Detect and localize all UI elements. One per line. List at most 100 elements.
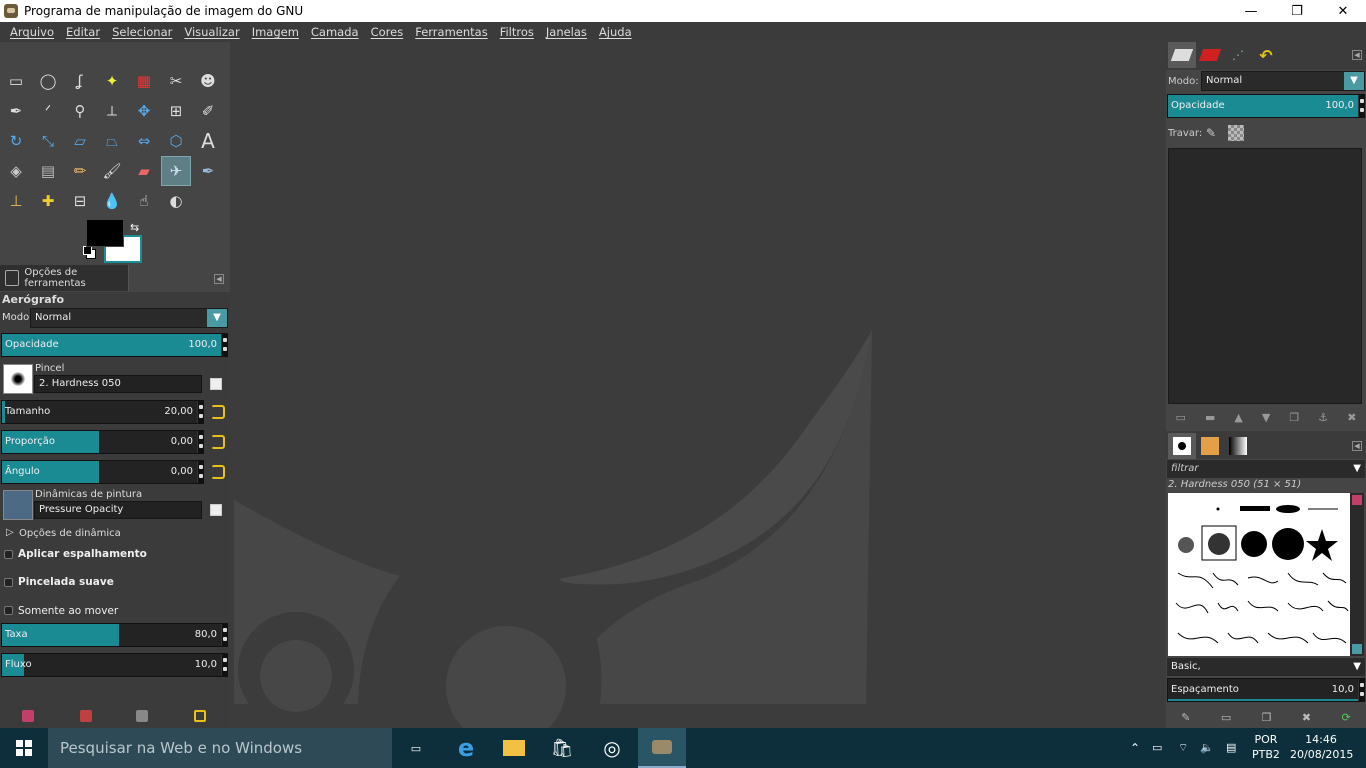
tab-undo[interactable]: ↶ (1252, 42, 1280, 68)
cage-tool[interactable]: ⬡ (161, 126, 191, 156)
color-select-tool[interactable]: ▦ (129, 66, 159, 96)
crop-tool[interactable]: ✐ (193, 96, 223, 126)
default-colors-icon[interactable] (83, 246, 96, 259)
edge-icon[interactable]: e (442, 728, 490, 768)
eraser-tool[interactable]: ▰ (129, 156, 159, 186)
edit-dynamics-icon[interactable] (210, 504, 222, 516)
brush-preview[interactable] (3, 364, 33, 394)
layers-list[interactable] (1168, 148, 1362, 404)
spacing-slider[interactable]: Espaçamento 10,0 (1167, 678, 1365, 702)
brush-scrollbar[interactable] (1350, 493, 1364, 656)
rate-slider[interactable]: Taxa 80,0 (1, 623, 228, 647)
zoom-tool[interactable]: ⚲ (65, 96, 95, 126)
show-hidden-icons[interactable]: ⌃ (1130, 728, 1140, 768)
chevron-down-icon[interactable]: ▼ (1344, 72, 1364, 90)
anchor-layer-icon[interactable]: ⚓ (1318, 411, 1328, 424)
layers-mode-select[interactable]: Normal ▼ (1201, 71, 1365, 91)
action-center-icon[interactable]: ▤ (1226, 728, 1236, 768)
language-indicator[interactable]: POR PTB2 (1252, 732, 1280, 768)
refresh-brushes-icon[interactable]: ⟳ (1342, 711, 1351, 724)
brush-grid[interactable] (1168, 493, 1350, 656)
swap-colors-icon[interactable]: ⇆ (130, 221, 139, 234)
dynamics-options-expander[interactable]: Opções de dinâmica (19, 528, 121, 539)
flow-spinner[interactable] (221, 654, 227, 676)
brushes-menu-icon[interactable]: ◀ (1352, 441, 1362, 451)
battery-icon[interactable]: ▭ (1152, 728, 1162, 768)
panel-menu-icon[interactable]: ◀ (214, 274, 224, 284)
groove-music-icon[interactable]: ◎ (588, 728, 636, 768)
paintbrush-tool[interactable]: 🖌 (97, 156, 127, 186)
wifi-icon[interactable]: ⌔ (1178, 728, 1188, 768)
dynamics-name-field[interactable]: Pressure Opacity (34, 501, 202, 519)
smudge-tool[interactable]: ☝ (129, 186, 159, 216)
delete-layer-icon[interactable]: ✖ (1347, 411, 1356, 424)
smooth-stroke-checkbox[interactable] (4, 578, 13, 587)
volume-icon[interactable]: 🔈 (1200, 728, 1214, 768)
ink-tool[interactable]: ✒ (193, 156, 223, 186)
rect-select-tool[interactable]: ▭ (1, 66, 31, 96)
task-view-icon[interactable]: ▭ (392, 728, 440, 768)
raise-layer-icon[interactable]: ▲ (1234, 411, 1242, 424)
ellipse-select-tool[interactable]: ◯ (33, 66, 63, 96)
menu-imagem[interactable]: Imagem (246, 25, 305, 39)
angle-spinner[interactable] (197, 461, 203, 483)
align-tool[interactable]: ⊞ (161, 96, 191, 126)
new-layer-group-icon[interactable]: ▬ (1205, 411, 1215, 424)
size-slider[interactable]: Tamanho 20,00 (1, 400, 204, 424)
menu-camada[interactable]: Camada (305, 25, 365, 39)
brush-scroll-down-icon[interactable] (1352, 644, 1362, 654)
tab-tool-options[interactable]: Opções de ferramentas (0, 265, 129, 291)
dynamics-preview[interactable] (3, 490, 33, 520)
menu-editar[interactable]: Editar (60, 25, 106, 39)
layers-opacity-spinner[interactable] (1358, 95, 1364, 117)
size-spinner[interactable] (197, 401, 203, 423)
reset-ratio-icon[interactable] (211, 435, 225, 449)
restore-options-icon[interactable] (80, 710, 92, 722)
bucket-fill-tool[interactable]: ◈ (1, 156, 31, 186)
lock-alpha-icon[interactable] (1228, 125, 1244, 141)
duplicate-brush-icon[interactable]: ❐ (1262, 711, 1272, 724)
tab-channels[interactable] (1196, 42, 1224, 68)
apply-jitter-checkbox[interactable] (4, 550, 13, 559)
ratio-spinner[interactable] (197, 431, 203, 453)
heal-tool[interactable]: ✚ (33, 186, 63, 216)
delete-brush-icon[interactable]: ✖ (1302, 711, 1311, 724)
layers-opacity-slider[interactable]: Opacidade 100,0 (1167, 94, 1365, 118)
chevron-down-icon[interactable]: ▼ (1353, 658, 1361, 676)
foreground-select-tool[interactable]: ☻ (193, 66, 223, 96)
menu-filtros[interactable]: Filtros (494, 25, 540, 39)
foreground-color[interactable] (86, 219, 124, 247)
blur-tool[interactable]: 💧 (97, 186, 127, 216)
tab-layers[interactable] (1168, 42, 1196, 68)
pencil-tool[interactable]: ✏ (65, 156, 95, 186)
taskbar-search[interactable]: Pesquisar na Web e no Windows (48, 728, 392, 768)
tab-patterns[interactable] (1196, 433, 1224, 459)
delete-options-icon[interactable] (136, 710, 148, 722)
tab-gradients[interactable] (1224, 433, 1252, 459)
shear-tool[interactable]: ▱ (65, 126, 95, 156)
brush-filter-field[interactable]: filtrar ▼ (1167, 460, 1365, 478)
chevron-down-icon[interactable]: ▼ (207, 309, 227, 327)
reset-options-icon[interactable] (194, 710, 206, 722)
new-brush-icon[interactable]: ▭ (1221, 711, 1231, 724)
lock-pixels-icon[interactable]: ✎ (1206, 126, 1216, 140)
opacity-slider[interactable]: Opacidade 100,0 (1, 333, 228, 357)
dock-menu-icon[interactable]: ◀ (1352, 50, 1362, 60)
duplicate-layer-icon[interactable]: ❐ (1289, 411, 1299, 424)
spacing-spinner[interactable] (1358, 679, 1364, 701)
brush-scroll-up-icon[interactable] (1352, 495, 1362, 505)
measure-tool[interactable]: ⟂ (97, 96, 127, 126)
perspective-tool[interactable]: ⏢ (97, 126, 127, 156)
scissors-tool[interactable]: ✂ (161, 66, 191, 96)
tab-brushes[interactable] (1168, 433, 1196, 459)
brush-tag-field[interactable]: Basic, ▼ (1167, 658, 1365, 676)
opacity-spinner[interactable] (221, 334, 227, 356)
fuzzy-select-tool[interactable]: ✦ (97, 66, 127, 96)
only-moving-checkbox[interactable] (4, 606, 13, 615)
color-picker-tool[interactable]: ᐟ (33, 96, 63, 126)
gimp-taskbar-icon[interactable] (638, 728, 686, 768)
rotate-tool[interactable]: ↻ (1, 126, 31, 156)
file-explorer-icon[interactable] (490, 728, 538, 768)
scale-tool[interactable]: ⤡ (33, 126, 63, 156)
clock[interactable]: 14:46 20/08/2015 (1290, 732, 1353, 768)
